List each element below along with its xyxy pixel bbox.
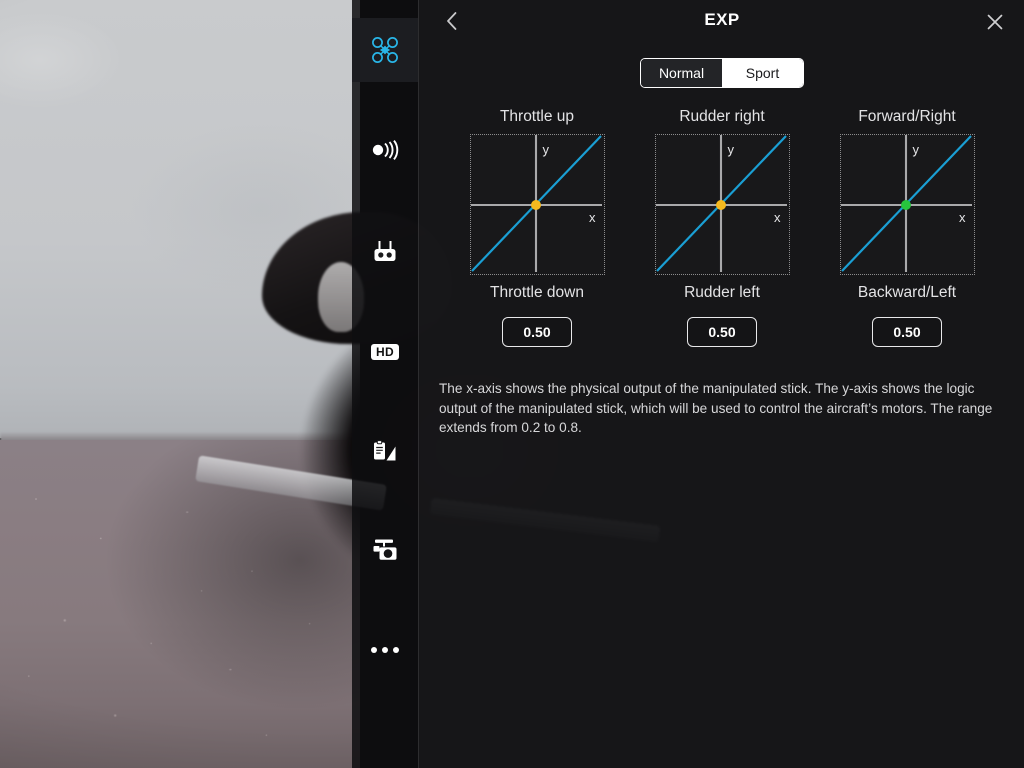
exp-settings-panel: EXP Normal Sport Throttle up y x Throttl… — [418, 0, 1024, 768]
curve-x-axis-label: x — [774, 210, 781, 225]
curve-graph-rudder[interactable]: y x — [654, 134, 790, 275]
mode-segmented-control: Normal Sport — [640, 58, 804, 88]
curve-top-label: Rudder right — [679, 108, 765, 125]
sidebar-item-hd[interactable]: HD — [352, 320, 418, 384]
curve-top-label: Forward/Right — [858, 108, 956, 125]
mode-option-normal[interactable]: Normal — [641, 59, 722, 87]
curves-row: Throttle up y x Throttle down 0.50 Rudde… — [419, 108, 1024, 347]
remote-controller-icon — [371, 238, 399, 266]
close-button[interactable] — [977, 6, 1013, 42]
panel-header: EXP — [419, 0, 1024, 44]
sidebar-item-remote-controller[interactable] — [352, 220, 418, 284]
hd-badge-icon: HD — [371, 344, 399, 360]
curve-throttle: Throttle up y x Throttle down 0.50 — [469, 108, 605, 347]
curve-rudder: Rudder right y x Rudder left 0.50 — [654, 108, 790, 347]
more-dots-icon — [371, 647, 399, 653]
drone-icon — [370, 35, 400, 65]
app-root: HD EXP Normal Sport Throttle up y x Thro… — [0, 0, 1024, 768]
curve-graph-throttle[interactable]: y x — [469, 134, 605, 275]
curve-value-throttle[interactable]: 0.50 — [502, 317, 572, 347]
curve-y-axis-label: y — [912, 142, 920, 157]
curve-value-rudder[interactable]: 0.50 — [687, 317, 757, 347]
curve-y-axis-label: y — [542, 142, 550, 157]
curve-bottom-label: Rudder left — [684, 284, 760, 301]
sidebar-item-flight-log[interactable] — [352, 420, 418, 484]
curve-bottom-label: Backward/Left — [857, 284, 957, 301]
settings-sidebar: HD — [352, 0, 418, 768]
close-icon — [985, 12, 1005, 37]
curve-x-axis-label: x — [589, 210, 596, 225]
sidebar-item-remote-signal[interactable] — [352, 118, 418, 182]
mode-option-sport[interactable]: Sport — [722, 59, 803, 87]
sidebar-item-more[interactable] — [352, 618, 418, 682]
page-title: EXP — [704, 10, 740, 29]
curve-graph-pitch-roll[interactable]: y x — [839, 134, 975, 275]
sidebar-item-aircraft[interactable] — [352, 18, 418, 82]
curve-top-label: Throttle up — [499, 108, 575, 125]
curve-bottom-label: Throttle down — [490, 284, 584, 301]
curve-pitch-roll: Forward/Right y x Backward/Left 0.50 — [839, 108, 975, 347]
curve-x-axis-label: x — [959, 210, 966, 225]
mode-selector: Normal Sport — [419, 58, 1024, 88]
gimbal-camera-icon — [371, 537, 399, 563]
flight-log-icon — [371, 438, 399, 466]
sidebar-item-gimbal-camera[interactable] — [352, 518, 418, 582]
curve-y-axis-label: y — [727, 142, 735, 157]
curve-value-pitch-roll[interactable]: 0.50 — [872, 317, 942, 347]
signal-icon — [370, 138, 400, 162]
exp-description: The x-axis shows the physical output of … — [439, 381, 993, 435]
